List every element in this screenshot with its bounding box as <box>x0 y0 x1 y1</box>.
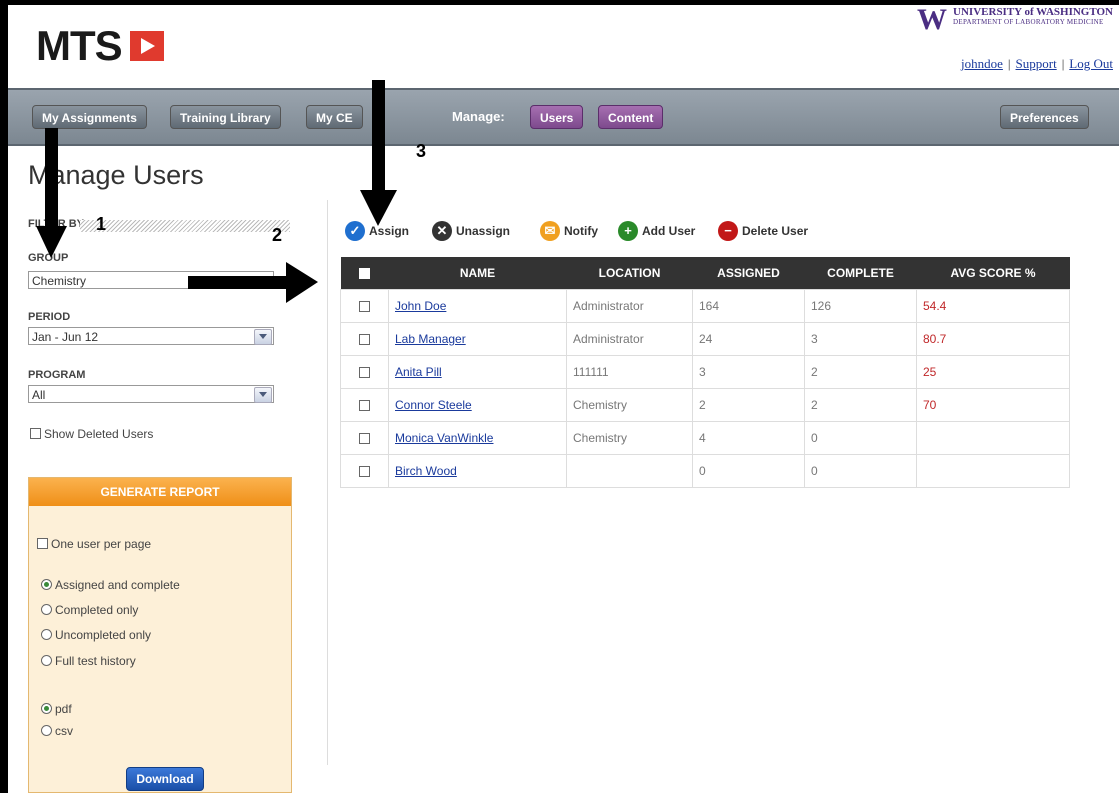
annotation-1: 1 <box>96 214 107 234</box>
arrow-2-head <box>286 262 318 303</box>
arrow-1-shaft <box>45 128 58 228</box>
annotation-arrows <box>36 80 397 303</box>
annotation-3: 3 <box>416 141 427 161</box>
annotation-2: 2 <box>272 225 283 245</box>
arrow-1-head <box>36 226 67 258</box>
arrow-3-shaft <box>372 80 385 192</box>
arrow-2-shaft <box>188 276 288 289</box>
arrow-3-head <box>360 190 397 226</box>
